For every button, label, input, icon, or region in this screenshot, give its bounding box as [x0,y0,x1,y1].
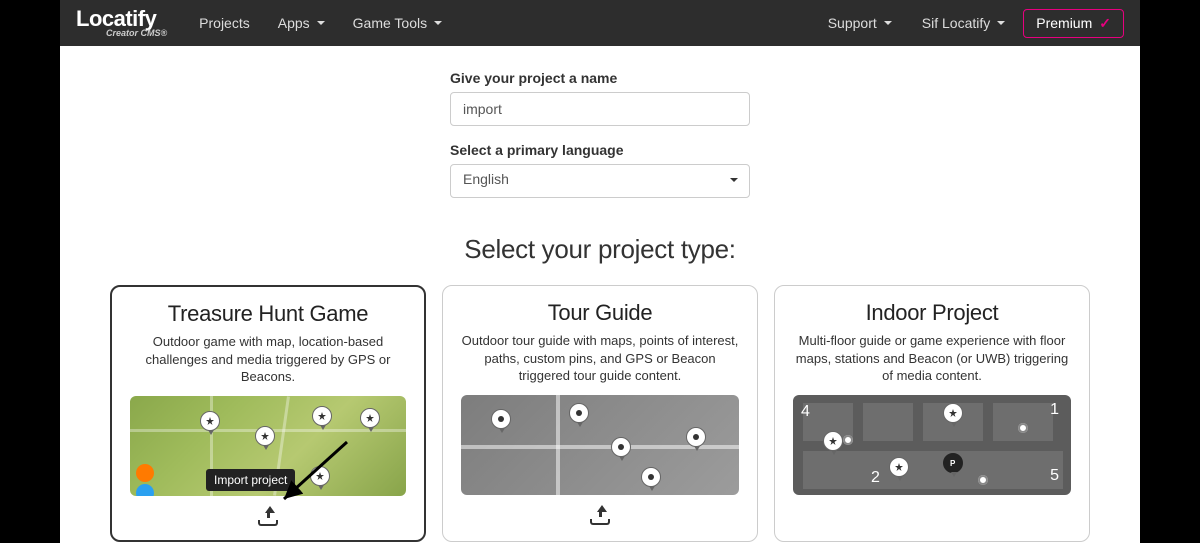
nav-game-tools[interactable]: Game Tools [341,7,454,39]
import-tooltip: Import project [206,469,295,491]
card-title: Tour Guide [461,300,739,326]
brand-subtitle: Creator CMS® [106,29,167,38]
language-select[interactable]: English [450,164,750,198]
language-label: Select a primary language [450,142,750,158]
player-marker-icon [136,484,154,496]
floor-number: 4 [801,403,810,421]
import-project-button[interactable] [588,505,612,525]
floor-number: 2 [871,469,880,487]
section-title: Select your project type: [60,234,1140,265]
nav-label: Projects [199,15,250,31]
nav-support[interactable]: Support [816,7,904,39]
map-pin-icon [823,431,843,451]
card-title: Treasure Hunt Game [130,301,406,327]
nav-label: Apps [278,15,310,31]
chevron-down-icon [884,21,892,25]
map-pin-icon [686,427,706,447]
map-pin-icon [200,411,220,431]
map-pin-icon [943,403,963,423]
map-pin-icon [360,408,380,428]
language-value: English [463,171,509,187]
card-tour-guide[interactable]: Tour Guide Outdoor tour guide with maps,… [442,285,758,542]
chevron-down-icon [434,21,442,25]
svg-text:P: P [950,459,956,468]
check-icon: ✓ [1099,15,1111,32]
card-desc: Outdoor tour guide with maps, points of … [461,332,739,385]
project-name-label: Give your project a name [450,70,750,86]
map-pin-icon [255,426,275,446]
chevron-down-icon [997,21,1005,25]
beacon-dot-icon [978,475,988,485]
nav-label: Support [828,15,877,31]
beacon-dot-icon [1018,423,1028,433]
chevron-down-icon [317,21,325,25]
map-pin-icon [641,467,661,487]
map-pin-icon [889,457,909,477]
card-desc: Multi-floor guide or game experience wit… [793,332,1071,385]
map-pin-icon [310,466,330,486]
user-name: Sif Locatify [922,15,990,31]
parking-pin-icon: P [943,453,963,473]
floor-number: 5 [1050,467,1059,485]
card-title: Indoor Project [793,300,1071,326]
player-marker-icon [136,464,154,482]
card-thumbnail: 4 1 2 5 P [793,395,1071,495]
map-pin-icon [569,403,589,423]
nav-label: Game Tools [353,15,427,31]
nav-projects[interactable]: Projects [187,7,262,39]
card-indoor-project[interactable]: Indoor Project Multi-floor guide or game… [774,285,1090,542]
nav-apps[interactable]: Apps [266,7,337,39]
card-desc: Outdoor game with map, location-based ch… [130,333,406,386]
beacon-dot-icon [843,435,853,445]
card-thumbnail [461,395,739,495]
card-treasure-hunt[interactable]: Treasure Hunt Game Outdoor game with map… [110,285,426,542]
premium-label: Premium [1036,15,1092,31]
project-type-cards: Treasure Hunt Game Outdoor game with map… [60,285,1140,542]
navbar: Locatify Creator CMS® Projects Apps Game… [60,0,1140,46]
premium-button[interactable]: Premium ✓ [1023,9,1124,38]
map-pin-icon [491,409,511,429]
floor-number: 1 [1050,401,1059,419]
brand-name: Locatify [76,8,167,30]
nav-user[interactable]: Sif Locatify [910,7,1017,39]
brand-logo[interactable]: Locatify Creator CMS® [76,8,167,38]
map-pin-icon [611,437,631,457]
import-project-button[interactable] [256,506,280,526]
map-pin-icon [312,406,332,426]
project-name-input[interactable] [450,92,750,126]
